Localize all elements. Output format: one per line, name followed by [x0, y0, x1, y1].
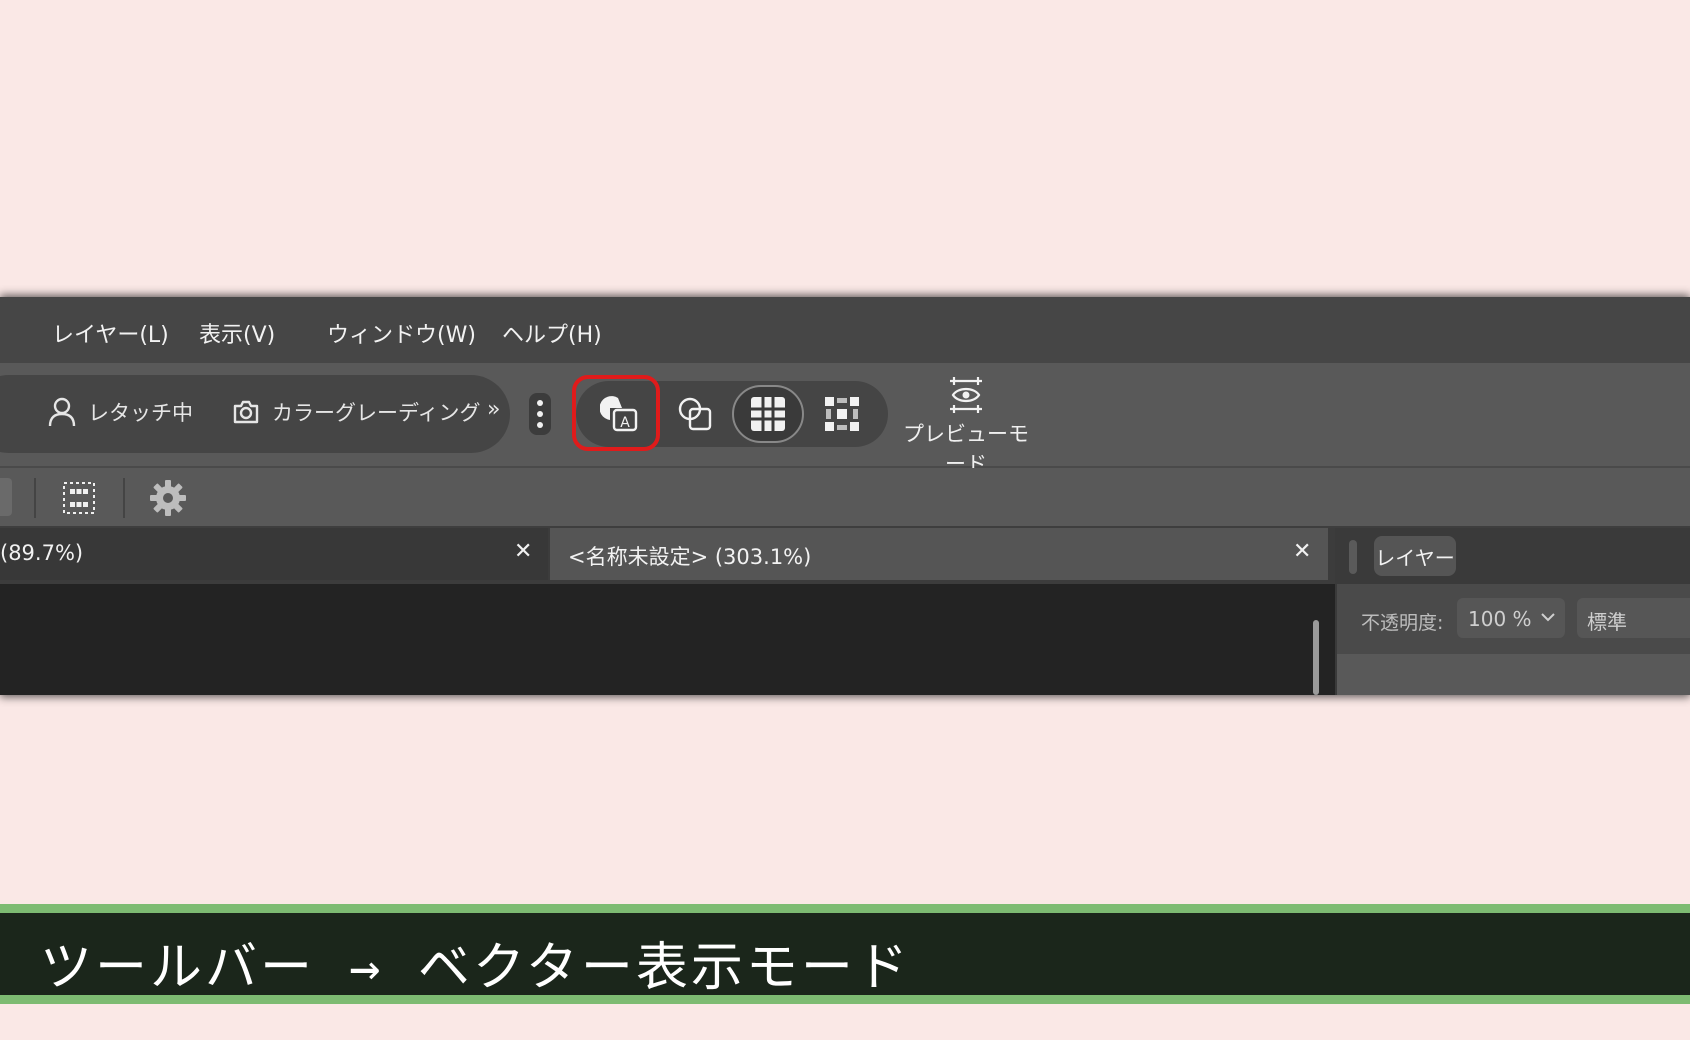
preview-eye-icon: [950, 377, 982, 413]
blend-mode-value: 標準: [1587, 610, 1627, 634]
workspace-color-grading-button[interactable]: カラーグレーディング: [232, 397, 481, 427]
workspace-retouch-button[interactable]: レタッチ中: [48, 397, 193, 427]
pixel-outline-icon: [825, 397, 859, 431]
kebab-menu-icon[interactable]: [529, 393, 551, 435]
toolbar-divider: [34, 478, 36, 518]
overlapping-shapes-icon: [678, 397, 712, 431]
preview-mode-button[interactable]: プレビューモード: [898, 377, 1034, 478]
layers-panel: レイヤー 不透明度: 100 % 標準: [1335, 528, 1690, 695]
opacity-label: 不透明度:: [1361, 612, 1444, 634]
caption-banner: ツールバー → ベクター表示モード: [0, 904, 1690, 1004]
pixel-outline-view-mode-button[interactable]: [806, 385, 878, 443]
person-icon: [48, 397, 76, 427]
tab-title: (89.7%): [0, 541, 84, 565]
menu-view[interactable]: 表示(V): [199, 317, 275, 349]
menu-help[interactable]: ヘルプ(H): [502, 317, 602, 349]
document-canvas[interactable]: [0, 584, 1335, 695]
caption-text: ツールバー → ベクター表示モード: [40, 938, 911, 998]
document-tab-bar: (89.7%) ✕ <名称未設定> (303.1%) ✕: [0, 528, 1335, 584]
toolbar-divider: [123, 478, 125, 518]
opacity-value: 100 %: [1468, 607, 1532, 631]
gear-icon[interactable]: [149, 479, 187, 517]
camera-icon: [233, 400, 259, 424]
panel-grip-handle[interactable]: [1349, 540, 1357, 574]
layers-panel-header: レイヤー: [1337, 528, 1690, 584]
chevron-down-icon: [1541, 613, 1555, 622]
opacity-select[interactable]: 100 %: [1457, 598, 1565, 638]
vertical-scrollbar[interactable]: [1313, 620, 1319, 695]
overlap-view-mode-button[interactable]: [659, 385, 731, 443]
workspace-color-grading-label: カラーグレーディング: [272, 401, 481, 425]
secondary-toolbar: [0, 468, 1690, 528]
main-toolbar: レタッチ中 カラーグレーディング » A プレビューモード: [0, 363, 1690, 476]
close-icon[interactable]: ✕: [514, 539, 532, 564]
workspace-retouch-label: レタッチ中: [88, 401, 193, 425]
highlight-marker: [572, 375, 660, 451]
tab-layers[interactable]: レイヤー: [1374, 536, 1456, 576]
menu-window[interactable]: ウィンドウ(W): [327, 317, 476, 349]
pixel-view-mode-button[interactable]: [732, 385, 804, 443]
app-window: レイヤー(L) 表示(V) ウィンドウ(W) ヘルプ(H) レタッチ中 カラーグ…: [0, 297, 1690, 695]
menu-layer[interactable]: レイヤー(L): [52, 317, 169, 349]
double-chevron-right-icon[interactable]: »: [487, 397, 500, 422]
pixel-grid-icon: [751, 397, 785, 431]
close-icon[interactable]: ✕: [1293, 539, 1311, 564]
panel-edge-handle[interactable]: [0, 478, 12, 516]
blend-mode-select[interactable]: 標準: [1577, 598, 1690, 638]
document-tab[interactable]: (89.7%) ✕: [0, 528, 548, 580]
layer-properties-row: 不透明度: 100 % 標準: [1337, 584, 1690, 654]
dotted-grid-selection-icon[interactable]: [61, 480, 97, 516]
tab-title: <名称未設定> (303.1%): [568, 545, 812, 569]
menu-bar: レイヤー(L) 表示(V) ウィンドウ(W) ヘルプ(H): [0, 297, 1690, 363]
document-tab-active[interactable]: <名称未設定> (303.1%) ✕: [550, 528, 1328, 580]
